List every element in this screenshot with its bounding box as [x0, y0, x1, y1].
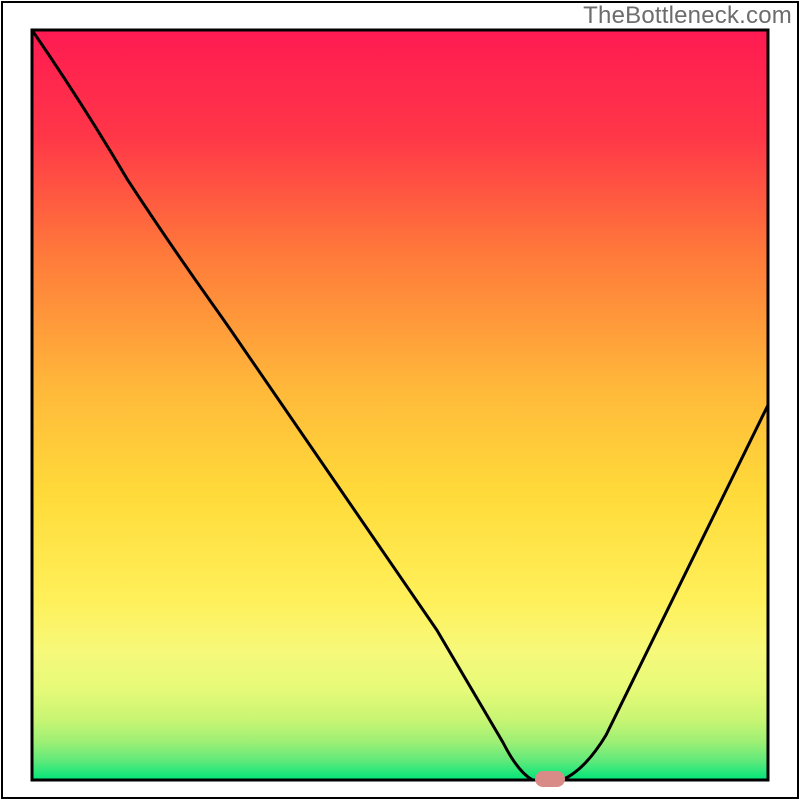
plot-background — [32, 30, 768, 780]
chart-canvas: TheBottleneck.com — [0, 0, 800, 800]
optimal-point-marker — [535, 771, 565, 787]
watermark-text: TheBottleneck.com — [583, 2, 792, 30]
chart-svg — [0, 0, 800, 800]
